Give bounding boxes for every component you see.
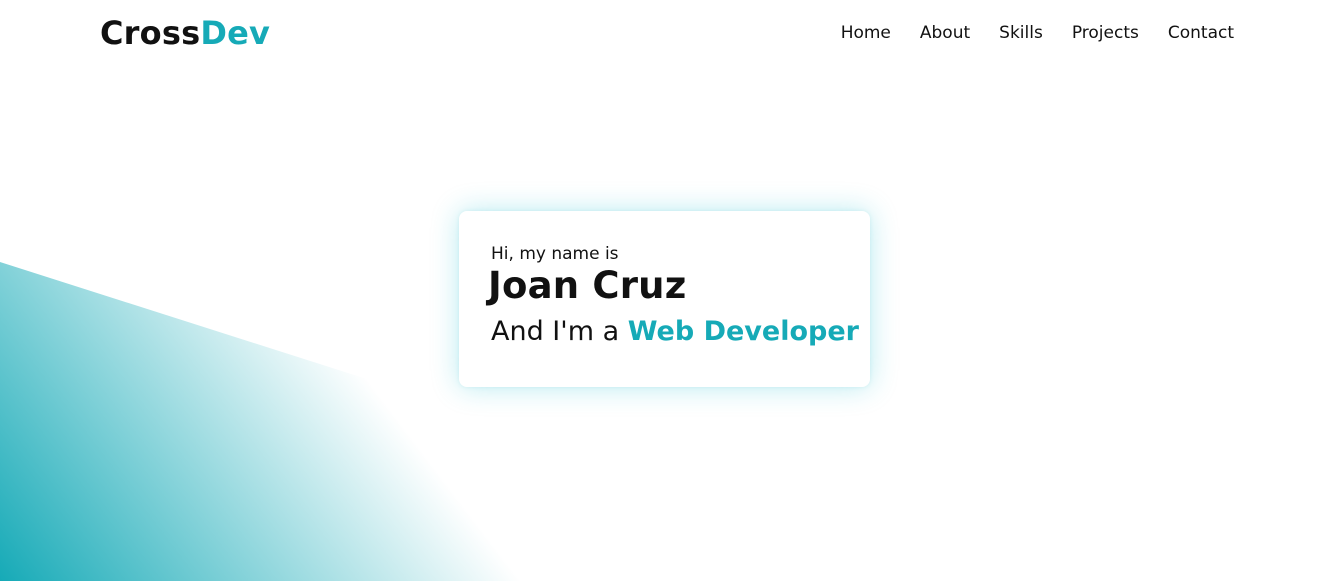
hero-card: Hi, my name is Joan Cruz And I'm a Web D… bbox=[459, 211, 870, 387]
hero-greeting: Hi, my name is bbox=[491, 244, 619, 264]
logo-primary: Cross bbox=[100, 14, 201, 52]
page: CrossDev Home About Skills Projects Cont… bbox=[0, 0, 1330, 581]
hero-role-prefix: And I'm a bbox=[491, 316, 620, 347]
nav-link-skills[interactable]: Skills bbox=[999, 23, 1043, 43]
navbar: CrossDev Home About Skills Projects Cont… bbox=[0, 0, 1330, 68]
nav-link-home[interactable]: Home bbox=[841, 23, 891, 43]
nav-link-contact[interactable]: Contact bbox=[1168, 23, 1234, 43]
nav-item-skills: Skills bbox=[999, 21, 1043, 45]
nav-menu: Home About Skills Projects Contact bbox=[841, 21, 1234, 45]
nav-link-projects[interactable]: Projects bbox=[1072, 23, 1139, 43]
nav-item-contact: Contact bbox=[1168, 21, 1234, 45]
hero-name: Joan Cruz bbox=[488, 264, 687, 307]
nav-item-home: Home bbox=[841, 21, 891, 45]
logo[interactable]: CrossDev bbox=[100, 13, 270, 53]
nav-item-projects: Projects bbox=[1072, 21, 1139, 45]
logo-accent: Dev bbox=[200, 14, 271, 52]
nav-link-about[interactable]: About bbox=[920, 23, 970, 43]
hero-role-line: And I'm a Web Developer bbox=[491, 314, 859, 350]
nav-item-about: About bbox=[920, 21, 970, 45]
hero-role: Web Developer bbox=[627, 316, 859, 347]
